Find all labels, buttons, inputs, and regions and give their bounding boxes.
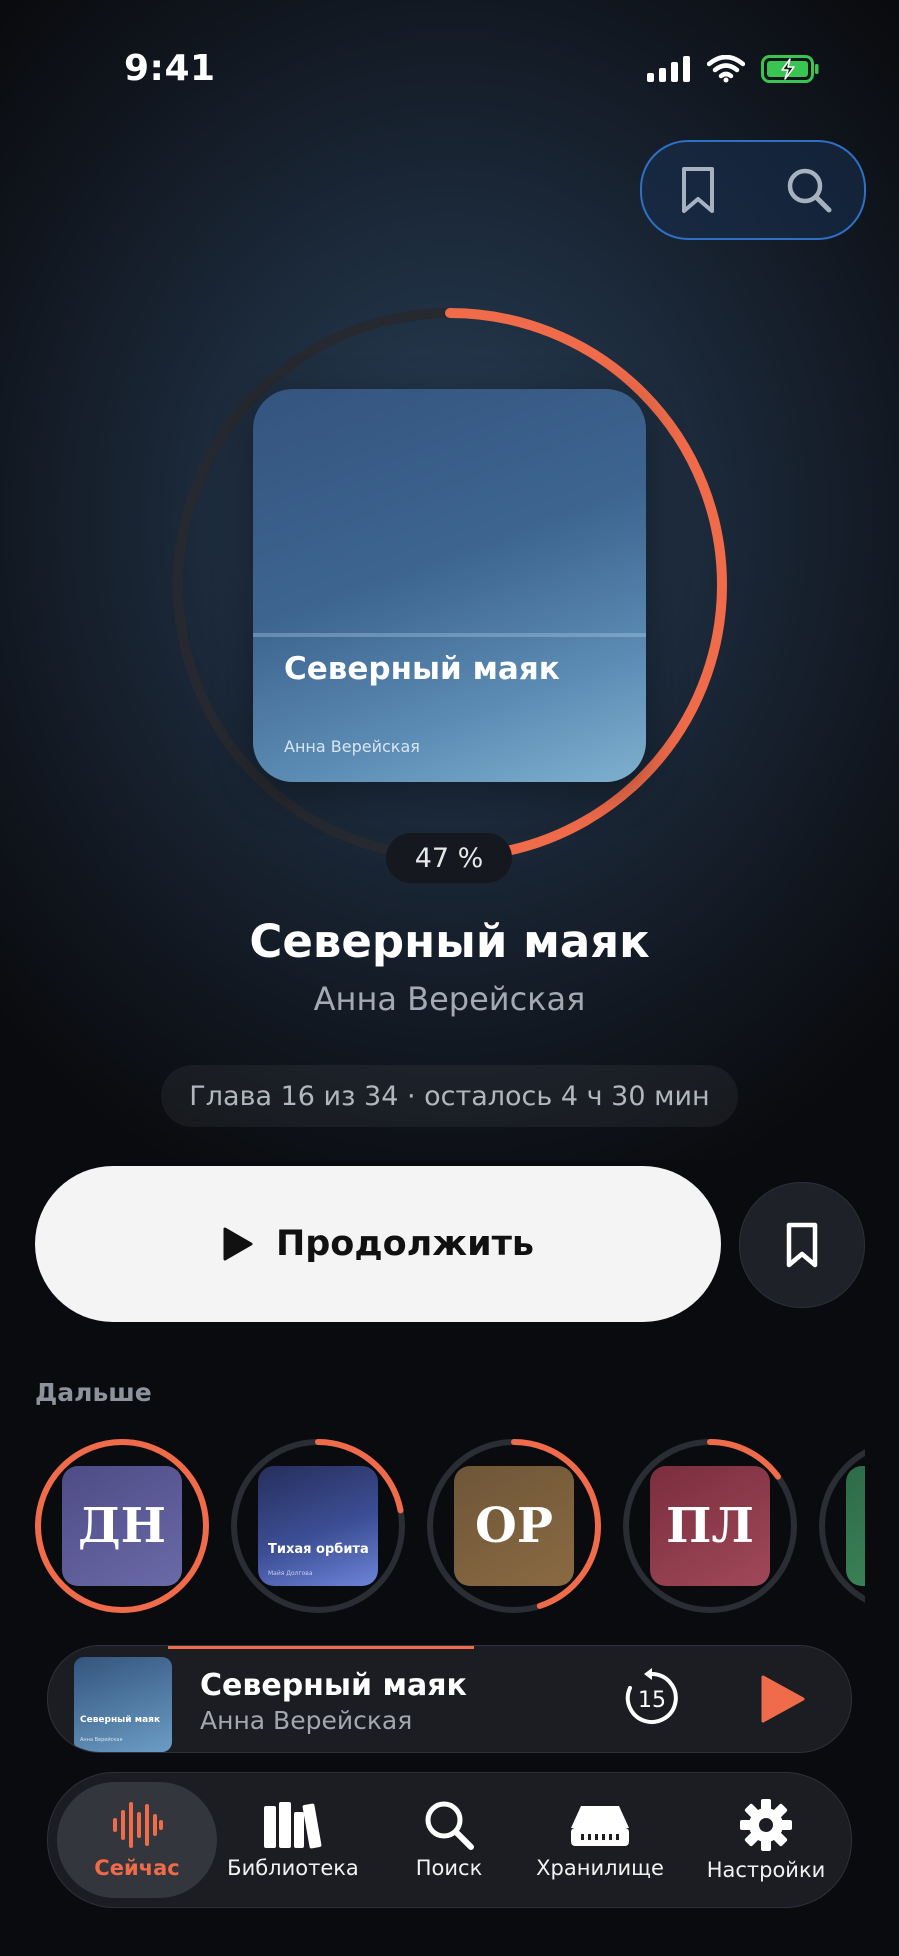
queue-item[interactable]: Тихая орбита Майя Долгова	[229, 1437, 407, 1615]
tab-label: Библиотека	[227, 1856, 359, 1880]
add-bookmark-button[interactable]	[739, 1182, 865, 1308]
chapter-info: Глава 16 из 34 · осталось 4 ч 30 мин	[161, 1065, 738, 1127]
queue-cover: ОР	[454, 1466, 574, 1586]
queue-cover	[846, 1466, 865, 1586]
mini-player-author: Анна Верейская	[200, 1706, 413, 1735]
books-icon	[264, 1802, 322, 1849]
tab-label: Настройки	[706, 1858, 826, 1882]
queue-cover-initials: ПЛ	[666, 1498, 754, 1554]
cover-title: Северный маяк	[284, 651, 560, 687]
tab-search[interactable]: Поиск	[384, 1773, 514, 1907]
queue-cover-author: Майя Долгова	[268, 1570, 313, 1577]
bookmark-button[interactable]	[668, 160, 728, 220]
play-icon	[761, 1675, 805, 1723]
storage-icon	[571, 1806, 629, 1846]
queue-label: Дальше	[35, 1378, 152, 1407]
waveform-icon	[113, 1802, 163, 1848]
signal-icon	[647, 56, 690, 82]
battery-icon	[761, 55, 819, 83]
gear-icon	[740, 1799, 792, 1851]
mini-player-cover: Северный маяк Анна Верейская	[74, 1657, 172, 1752]
status-icons	[647, 55, 819, 83]
play-icon	[223, 1227, 253, 1261]
wifi-icon	[707, 55, 745, 83]
mini-player[interactable]: Северный маяк Анна Верейская Северный ма…	[47, 1645, 852, 1753]
queue-cover: ДН	[62, 1466, 182, 1586]
status-time: 9:41	[124, 48, 216, 89]
queue-item[interactable]: ДН	[33, 1437, 211, 1615]
mini-play-button[interactable]	[753, 1671, 809, 1727]
queue-cover: ПЛ	[650, 1466, 770, 1586]
queue-cover-initials: ДН	[77, 1498, 167, 1554]
skip-back-button[interactable]: 15	[620, 1666, 684, 1730]
cover-author: Анна Верейская	[284, 737, 420, 756]
continue-label: Продолжить	[275, 1224, 535, 1264]
queue-item[interactable]: ПЛ	[621, 1437, 799, 1615]
mini-cover-title: Северный маяк	[80, 1715, 161, 1725]
continue-button[interactable]: Продолжить	[35, 1166, 721, 1322]
tab-settings[interactable]: Настройки	[686, 1773, 846, 1907]
search-icon	[425, 1801, 474, 1850]
book-cover[interactable]: Северный маяк Анна Верейская	[253, 389, 646, 782]
mini-player-progress	[168, 1646, 474, 1649]
queue-cover-title: Тихая орбита	[268, 1542, 369, 1557]
search-button[interactable]	[779, 160, 839, 220]
mini-cover-author: Анна Верейская	[80, 1737, 123, 1743]
queue-cover-initials: ОР	[475, 1498, 553, 1554]
tab-label: Хранилище	[536, 1856, 664, 1880]
tab-bar: Сейчас Библиотека Поиск Хранилище Настро…	[47, 1772, 852, 1908]
queue-cover: Тихая орбита Майя Долгова	[258, 1466, 378, 1586]
bookmark-icon	[786, 1222, 818, 1268]
top-actions	[640, 140, 866, 240]
queue-item[interactable]: ОР	[425, 1437, 603, 1615]
tab-library[interactable]: Библиотека	[218, 1773, 368, 1907]
cover-divider	[253, 633, 646, 637]
search-icon	[787, 168, 831, 213]
skip-back-label: 15	[638, 1688, 666, 1713]
tab-label: Сейчас	[94, 1856, 180, 1880]
tab-label: Поиск	[415, 1856, 483, 1880]
queue-list: ДН Тихая орбита Майя Долгова ОР ПЛ	[33, 1437, 865, 1622]
tab-storage[interactable]: Хранилище	[515, 1773, 685, 1907]
book-title: Северный маяк	[249, 915, 650, 968]
skip-back-15-icon: 15	[625, 1668, 678, 1724]
mini-player-title: Северный маяк	[200, 1668, 467, 1703]
progress-percent-badge: 47 %	[386, 833, 512, 883]
bookmark-icon	[681, 167, 714, 213]
tab-now[interactable]: Сейчас	[57, 1773, 217, 1907]
book-author: Анна Верейская	[313, 980, 586, 1018]
queue-item[interactable]	[817, 1437, 865, 1615]
